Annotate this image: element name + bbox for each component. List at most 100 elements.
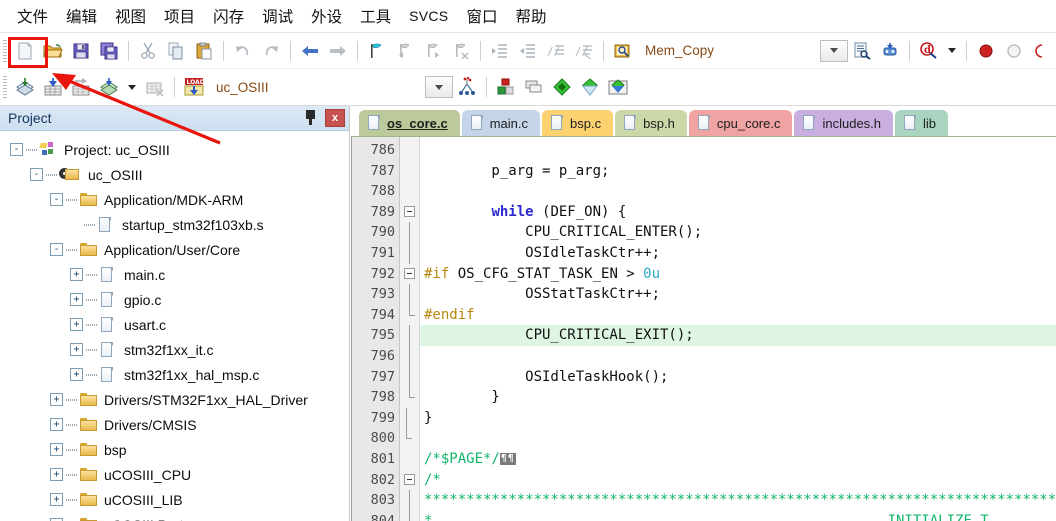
code-line[interactable]: while (DEF_ON) {	[420, 202, 1056, 223]
code-line[interactable]: #if OS_CFG_STAT_TASK_EN > 0u	[420, 264, 1056, 285]
new-file-button[interactable]	[11, 37, 39, 65]
document-search-button[interactable]	[848, 37, 876, 65]
menu-item-3[interactable]: 项目	[155, 3, 204, 29]
editor-tab-main-c[interactable]: main.c	[461, 110, 540, 136]
fold-collapse-icon[interactable]	[404, 268, 415, 280]
menu-item-5[interactable]: 调试	[253, 3, 302, 29]
code-line[interactable]	[420, 346, 1056, 367]
outdent-button[interactable]	[514, 37, 542, 65]
tree-item[interactable]: - Application/MDK-ARM	[0, 187, 349, 212]
collapse-icon[interactable]: -	[30, 168, 43, 181]
code-editor[interactable]: 786 787 788 789 790 791 792 793 794 795 796 797 798 7…	[351, 136, 1056, 521]
translate-button[interactable]	[11, 73, 39, 101]
pack-open-button[interactable]	[604, 73, 632, 101]
menu-item-0[interactable]: 文件	[8, 3, 57, 29]
expand-icon[interactable]: +	[70, 368, 83, 381]
code-line[interactable]: OSStatTaskCtr++;	[420, 284, 1056, 305]
stop-build-button[interactable]	[141, 73, 169, 101]
bookmark-toggle-button[interactable]	[363, 37, 391, 65]
editor-tab-cpu-core-c[interactable]: cpu_core.c	[688, 110, 793, 136]
tree-item[interactable]: + stm32f1xx_hal_msp.c	[0, 362, 349, 387]
menu-item-10[interactable]: 帮助	[506, 3, 555, 29]
tree-item[interactable]: + uCOSIII_CPU	[0, 462, 349, 487]
save-button[interactable]	[67, 37, 95, 65]
rebuild-button[interactable]	[67, 73, 95, 101]
target-select-dropdown[interactable]	[424, 76, 453, 98]
configure-button[interactable]	[876, 37, 904, 65]
tree-item[interactable]: + gpio.c	[0, 287, 349, 312]
editor-tab-bsp-c[interactable]: bsp.c	[542, 110, 614, 136]
debug-dropdown-caret[interactable]	[948, 48, 956, 53]
tree-item[interactable]: + stm32f1xx_it.c	[0, 337, 349, 362]
record-hollow-button[interactable]	[1000, 37, 1028, 65]
indent-button[interactable]	[486, 37, 514, 65]
navigate-forward-button[interactable]	[324, 37, 352, 65]
pack-manager-button[interactable]	[576, 73, 604, 101]
menu-item-9[interactable]: 窗口	[457, 3, 506, 29]
expand-icon[interactable]: +	[50, 468, 63, 481]
fold-cell[interactable]	[400, 264, 419, 285]
tree-item[interactable]: + main.c	[0, 262, 349, 287]
copy-button[interactable]	[162, 37, 190, 65]
expand-icon[interactable]: +	[50, 393, 63, 406]
find-in-files-button[interactable]	[609, 37, 637, 65]
fold-collapse-icon[interactable]	[404, 206, 415, 218]
tree-item[interactable]: - Application/User/Core	[0, 237, 349, 262]
manage-components-button[interactable]	[492, 73, 520, 101]
collapse-icon[interactable]: -	[10, 143, 23, 156]
function-dropdown[interactable]	[820, 39, 848, 62]
batch-build-button[interactable]	[95, 73, 123, 101]
menu-item-4[interactable]: 闪存	[204, 3, 253, 29]
tree-item[interactable]: + usart.c	[0, 312, 349, 337]
collapse-icon[interactable]: -	[50, 243, 63, 256]
editor-tab-os-core-c[interactable]: os_core.c	[359, 110, 460, 136]
code-line[interactable]	[420, 428, 1056, 449]
menu-item-7[interactable]: 工具	[351, 3, 400, 29]
tree-item[interactable]: + Drivers/STM32F1xx_HAL_Driver	[0, 387, 349, 412]
code-line[interactable]: ****************************************…	[420, 490, 1056, 511]
debug-session-button[interactable]: d	[915, 37, 943, 65]
load-button[interactable]: LOAD	[180, 73, 208, 101]
batch-build-caret[interactable]	[128, 84, 136, 90]
paste-button[interactable]	[190, 37, 218, 65]
open-file-button[interactable]	[39, 37, 67, 65]
expand-icon[interactable]: +	[50, 443, 63, 456]
bookmark-clear-button[interactable]	[447, 37, 475, 65]
code-line[interactable]: }	[420, 408, 1056, 429]
comment-button[interactable]: //	[542, 37, 570, 65]
expand-icon[interactable]: +	[50, 418, 63, 431]
code-line[interactable]	[420, 140, 1056, 161]
tree-item[interactable]: + bsp	[0, 437, 349, 462]
menu-item-6[interactable]: 外设	[302, 3, 351, 29]
tree-item[interactable]: startup_stm32f103xb.s	[0, 212, 349, 237]
code-line[interactable]: /*	[420, 470, 1056, 491]
code-line[interactable]: CPU_CRITICAL_ENTER();	[420, 222, 1056, 243]
tree-item[interactable]: + uCOSIII_LIB	[0, 487, 349, 512]
record-partial-button[interactable]	[1028, 37, 1056, 65]
fold-cell[interactable]	[400, 202, 419, 223]
collapse-icon[interactable]: -	[50, 193, 63, 206]
bookmark-next-button[interactable]	[419, 37, 447, 65]
code-line[interactable]: }	[420, 387, 1056, 408]
code-line[interactable]	[420, 181, 1056, 202]
editor-tab-lib[interactable]: lib	[895, 110, 949, 136]
code-line[interactable]: * INITIALIZE T	[420, 511, 1056, 521]
build-button[interactable]	[39, 73, 67, 101]
tree-item[interactable]: + Drivers/CMSIS	[0, 412, 349, 437]
tree-item[interactable]: - Project: uc_OSIII	[0, 137, 349, 162]
redo-button[interactable]	[257, 37, 285, 65]
menu-item-2[interactable]: 视图	[106, 3, 155, 29]
code-line[interactable]: OSIdleTaskCtr++;	[420, 243, 1056, 264]
bookmark-prev-button[interactable]	[391, 37, 419, 65]
fold-cell[interactable]	[400, 470, 419, 491]
close-icon[interactable]: x	[325, 109, 345, 127]
cut-button[interactable]	[134, 37, 162, 65]
code-line[interactable]: OSIdleTaskHook();	[420, 367, 1056, 388]
toolbar-grip[interactable]	[3, 39, 7, 62]
expand-icon[interactable]: +	[70, 293, 83, 306]
code-line[interactable]: /*$PAGE*/¶¶	[420, 449, 1056, 470]
pin-icon[interactable]	[303, 109, 319, 127]
code-text-column[interactable]: p_arg = p_arg; while (DEF_ON) { CPU_CRIT…	[420, 137, 1056, 521]
code-line[interactable]: p_arg = p_arg;	[420, 161, 1056, 182]
record-red-button[interactable]	[972, 37, 1000, 65]
